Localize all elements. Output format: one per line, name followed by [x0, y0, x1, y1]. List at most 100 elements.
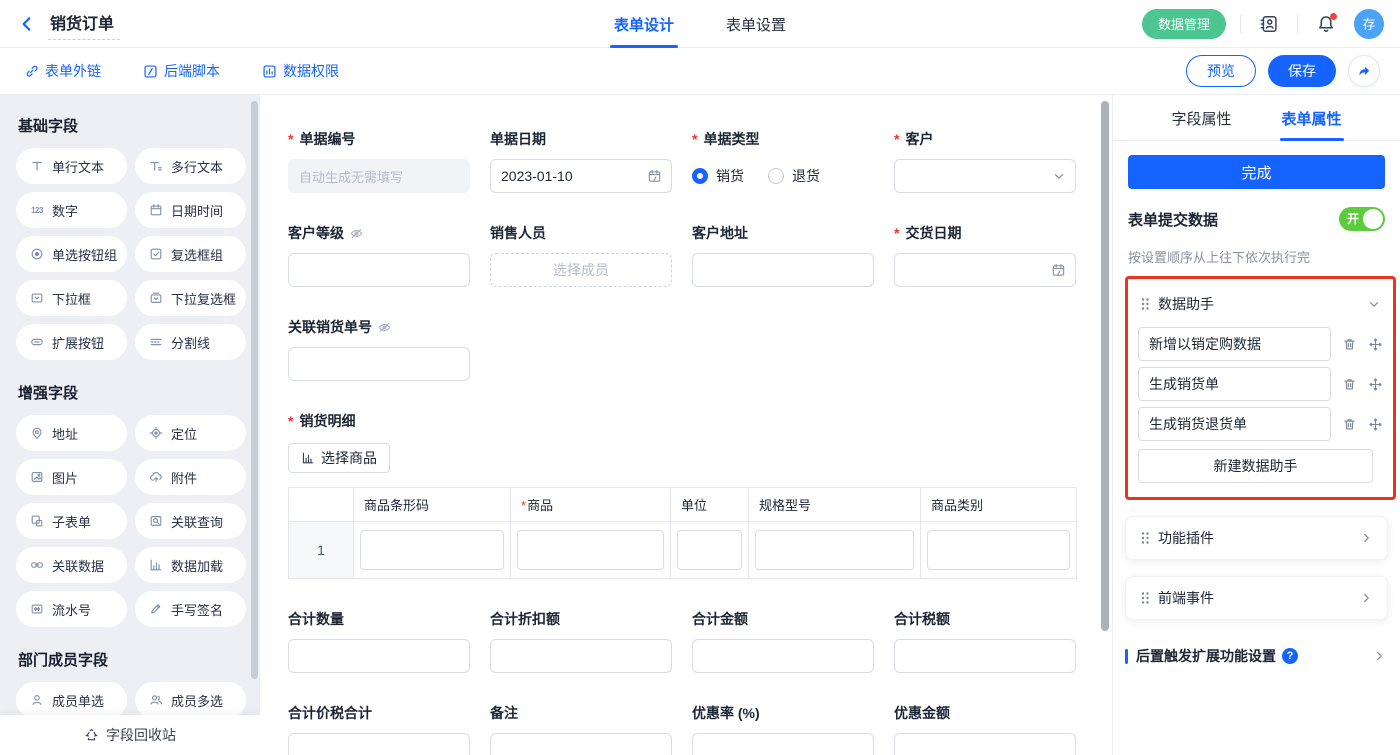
total-tax-input[interactable]: [894, 639, 1076, 673]
customer-address-input[interactable]: [692, 253, 874, 287]
field-pill-linked-query[interactable]: 关联查询: [135, 503, 246, 539]
field-pill-divider[interactable]: 分割线: [135, 324, 246, 360]
detail-table-header-row: 商品条形码 *商品 单位 规格型号 商品类别: [289, 488, 1077, 522]
plugin-section-label: 功能插件: [1158, 528, 1214, 548]
field-pill-checkbox-group[interactable]: 复选框组: [135, 236, 246, 272]
drag-handle-icon[interactable]: [1140, 591, 1150, 605]
move-icon[interactable]: [1367, 376, 1383, 392]
field-sales-detail: *销货明细 选择商品 商品条形码 *商品 单位: [288, 411, 1076, 579]
field-pill-address[interactable]: 地址: [16, 415, 127, 451]
move-icon[interactable]: [1367, 416, 1383, 432]
spec-input[interactable]: [755, 530, 914, 570]
form-title[interactable]: 销货订单: [48, 8, 120, 40]
form-external-link[interactable]: 表单外链: [24, 61, 101, 81]
radio-option-sale[interactable]: 销货: [692, 166, 744, 186]
product-input[interactable]: [517, 530, 664, 570]
total-with-tax-input[interactable]: [288, 733, 470, 755]
tab-field-properties[interactable]: 字段属性: [1169, 95, 1233, 141]
submit-data-label: 表单提交数据: [1128, 209, 1218, 230]
remark-textarea[interactable]: [490, 733, 672, 755]
field-pill-data-load[interactable]: 数据加载: [135, 547, 246, 583]
field-pill-extend-button[interactable]: 扩展按钮: [16, 324, 127, 360]
total-discount-input[interactable]: [490, 639, 672, 673]
tab-form-design[interactable]: 表单设计: [610, 0, 678, 48]
field-pill-datetime[interactable]: 日期时间: [135, 192, 246, 228]
delete-icon[interactable]: [1341, 376, 1357, 392]
total-qty-input[interactable]: [288, 639, 470, 673]
drag-handle-icon[interactable]: [1140, 531, 1150, 545]
backend-script-link[interactable]: 后端脚本: [143, 61, 220, 81]
category-input[interactable]: [927, 530, 1070, 570]
submit-data-toggle[interactable]: 开: [1339, 207, 1385, 231]
field-pill-signature[interactable]: 手写签名: [135, 591, 246, 627]
chevron-right-icon: [1359, 531, 1373, 545]
barcode-input[interactable]: [360, 530, 504, 570]
field-pill-multi-line-text[interactable]: 多行文本: [135, 148, 246, 184]
share-button[interactable]: [1348, 55, 1380, 87]
field-pill-subform[interactable]: 子表单: [16, 503, 127, 539]
total-amount-input[interactable]: [692, 639, 874, 673]
salesperson-picker[interactable]: 选择成员: [490, 253, 672, 287]
doc-date-input[interactable]: 2023-01-10: [490, 159, 672, 193]
related-order-no-input[interactable]: [288, 347, 470, 381]
doc-no-input[interactable]: 自动生成无需填写: [288, 159, 470, 193]
basic-fields-grid: 单行文本 多行文本 123 数字 日期时间 单选按钮组: [16, 148, 246, 360]
back-icon[interactable]: [16, 13, 38, 35]
member-multi-icon: [148, 692, 164, 708]
tab-form-properties[interactable]: 表单属性: [1280, 95, 1344, 141]
data-permission-link[interactable]: 数据权限: [262, 61, 339, 81]
choose-product-button[interactable]: 选择商品: [288, 443, 390, 473]
field-pill-image[interactable]: 图片: [16, 459, 127, 495]
required-mark: *: [288, 131, 293, 147]
save-button[interactable]: 保存: [1268, 55, 1336, 87]
avatar[interactable]: 存: [1354, 9, 1384, 39]
unit-input[interactable]: [677, 530, 742, 570]
tab-form-settings[interactable]: 表单设置: [722, 0, 790, 48]
move-icon[interactable]: [1367, 336, 1383, 352]
assistant-item-name[interactable]: 新增以销定购数据: [1138, 327, 1331, 361]
pill-label: 关联查询: [171, 512, 223, 531]
collapse-chevron-icon[interactable]: [1367, 297, 1381, 311]
field-pill-select[interactable]: 下拉框: [16, 280, 127, 316]
field-pill-member-multi[interactable]: 成员多选: [135, 682, 246, 718]
field-pill-location[interactable]: 定位: [135, 415, 246, 451]
contacts-icon[interactable]: [1255, 10, 1283, 38]
field-pill-member-single[interactable]: 成员单选: [16, 682, 127, 718]
delete-icon[interactable]: [1341, 336, 1357, 352]
assistant-item: 生成销货单: [1138, 367, 1383, 401]
field-pill-multi-select[interactable]: 下拉复选框: [135, 280, 246, 316]
frontend-event-section[interactable]: 前端事件: [1125, 576, 1388, 620]
field-label: 备注: [490, 703, 518, 723]
radio-option-return[interactable]: 退货: [768, 166, 820, 186]
help-icon[interactable]: ?: [1282, 648, 1298, 664]
field-pill-linked-data[interactable]: 关联数据: [16, 547, 127, 583]
field-pill-radio-group[interactable]: 单选按钮组: [16, 236, 127, 272]
drag-handle-icon[interactable]: [1140, 297, 1150, 311]
data-assistant-header[interactable]: 数据助手: [1138, 287, 1383, 321]
assistant-item-name[interactable]: 生成销货单: [1138, 367, 1331, 401]
delete-icon[interactable]: [1341, 416, 1357, 432]
done-button[interactable]: 完成: [1128, 155, 1385, 189]
customer-level-input[interactable]: [288, 253, 470, 287]
discount-rate-input[interactable]: [692, 733, 874, 755]
field-pill-attachment[interactable]: 附件: [135, 459, 246, 495]
assistant-item-name[interactable]: 生成销货退货单: [1138, 407, 1331, 441]
discount-amount-input[interactable]: [894, 733, 1076, 755]
data-manage-button[interactable]: 数据管理: [1142, 9, 1226, 39]
serial-number-icon: [29, 601, 45, 617]
customer-select[interactable]: [894, 159, 1076, 193]
field-label: 单据日期: [490, 129, 546, 149]
new-data-assistant-button[interactable]: 新建数据助手: [1138, 449, 1373, 483]
field-pill-number[interactable]: 123 数字: [16, 192, 127, 228]
post-trigger-settings-link[interactable]: 后置触发扩展功能设置 ?: [1125, 646, 1386, 666]
field-pill-serial-number[interactable]: 流水号: [16, 591, 127, 627]
delivery-date-input[interactable]: [894, 253, 1076, 287]
col-header-unit: 单位: [671, 488, 749, 522]
canvas-scrollbar[interactable]: [1101, 101, 1109, 631]
field-recycle-bin[interactable]: 字段回收站: [0, 715, 260, 755]
sidebar-scrollbar[interactable]: [251, 101, 258, 679]
plugin-section[interactable]: 功能插件: [1125, 516, 1388, 560]
preview-button[interactable]: 预览: [1186, 55, 1256, 87]
field-pill-single-line-text[interactable]: 单行文本: [16, 148, 127, 184]
notification-bell-icon[interactable]: [1312, 10, 1340, 38]
